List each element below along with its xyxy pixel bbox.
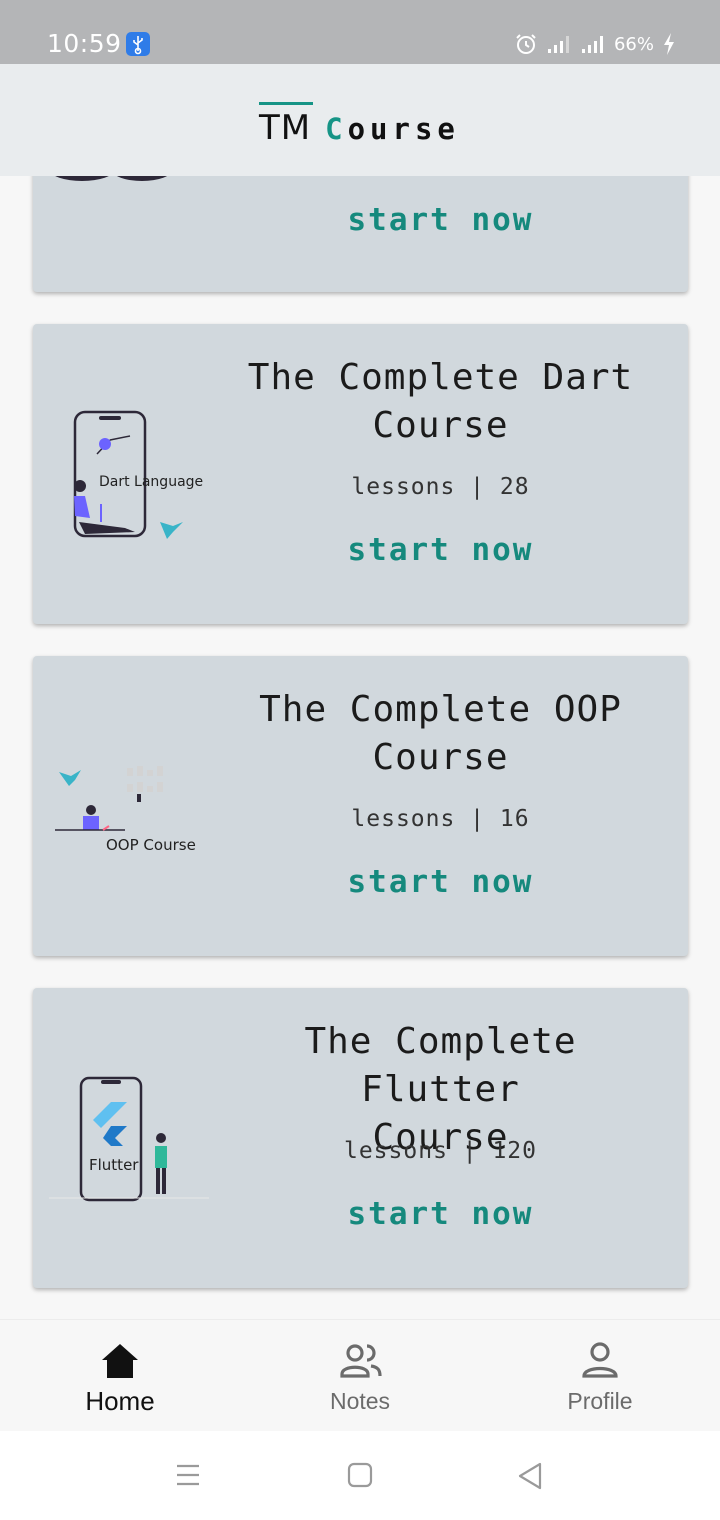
oop-image-label: OOP Course	[106, 836, 196, 854]
person-icon	[582, 1342, 618, 1378]
course-title-line1: The Complete OOP	[259, 689, 622, 730]
battery-percent: 66%	[613, 33, 654, 55]
alarm-icon	[516, 34, 536, 54]
status-bar: 10:59 66%	[0, 0, 720, 64]
flutter-image-label: Flutter	[89, 1156, 139, 1174]
bottom-nav: Home Notes Profile	[0, 1319, 720, 1431]
nav-notes[interactable]: Notes	[240, 1320, 480, 1432]
course-list[interactable]: start now Dart Language The Complete Dar…	[0, 176, 720, 1319]
signal-icon	[547, 36, 569, 53]
start-now-button[interactable]: start now	[228, 532, 653, 568]
recents-icon[interactable]	[175, 1461, 201, 1489]
usb-icon	[126, 32, 150, 56]
lesson-count: lessons | 120	[343, 1138, 537, 1164]
course-title-line2: Course	[372, 405, 509, 446]
course-card-oop[interactable]: OOP Course The Complete OOP Course lesso…	[33, 656, 688, 956]
app-bar: TM Course	[0, 64, 720, 176]
logo-word: Course	[325, 112, 460, 148]
people-icon	[340, 1344, 382, 1378]
start-now-button[interactable]: start now	[228, 202, 653, 238]
start-now-button[interactable]: start now	[228, 1196, 653, 1232]
logo-first-letter: C	[325, 112, 348, 146]
status-time: 10:59	[47, 29, 122, 58]
signal-icon-2	[581, 36, 603, 53]
start-now-button[interactable]: start now	[228, 864, 653, 900]
nav-notes-label: Notes	[329, 1388, 391, 1414]
nav-profile-label: Profile	[567, 1388, 633, 1414]
lesson-count: lessons | 16	[351, 806, 530, 832]
logo-tm: TM	[259, 102, 314, 148]
back-triangle-icon[interactable]	[517, 1461, 543, 1491]
course-illustration-icon	[55, 176, 168, 181]
battery-charging-icon	[664, 33, 674, 55]
dart-image-label: Dart Language	[99, 474, 204, 490]
status-icons: 66%	[514, 31, 676, 57]
course-title-line1: The Complete Flutter	[304, 1021, 577, 1110]
course-title: The Complete OOP Course	[228, 686, 653, 782]
nav-home-label: Home	[85, 1386, 155, 1416]
logo-rest: ourse	[347, 112, 460, 146]
app-logo: TM Course	[259, 88, 460, 148]
course-title-line1: The Complete Dart	[247, 357, 634, 398]
lesson-count: lessons | 28	[351, 474, 530, 500]
course-title: The Complete Dart Course	[228, 354, 653, 450]
flutter-illustration-icon	[49, 1076, 209, 1202]
nav-home[interactable]: Home	[0, 1320, 240, 1432]
course-title-line2: Course	[372, 737, 509, 778]
course-card-flutter[interactable]: Flutter The Complete Flutter Course less…	[33, 988, 688, 1288]
oop-course-illustration-icon	[55, 766, 163, 831]
nav-profile[interactable]: Profile	[480, 1320, 720, 1432]
home-square-icon[interactable]	[347, 1461, 373, 1489]
course-card-dart[interactable]: Dart Language The Complete Dart Course l…	[33, 324, 688, 624]
system-nav-bar	[0, 1431, 720, 1520]
home-icon	[102, 1344, 138, 1378]
course-card[interactable]: start now	[33, 176, 688, 292]
